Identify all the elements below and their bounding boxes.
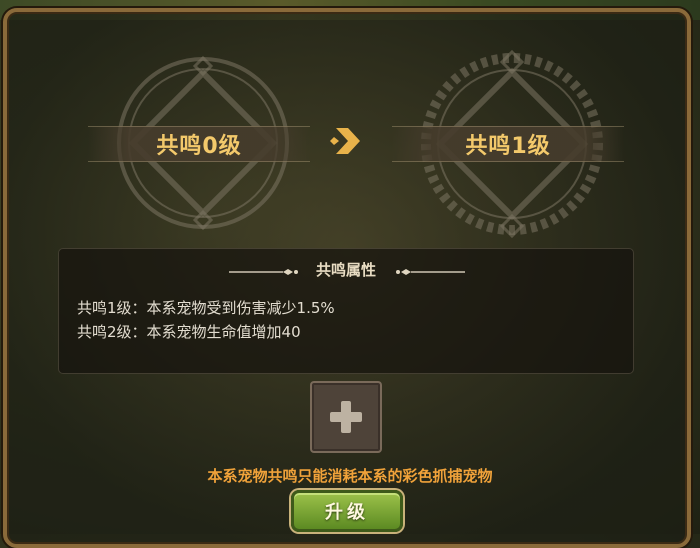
attribute-title: 共鸣属性 — [315, 261, 376, 279]
plus-icon — [330, 401, 362, 433]
title-ornament-right-icon — [396, 269, 465, 275]
current-resonance-level: 共鸣0级 — [88, 126, 310, 162]
add-pet-slot[interactable] — [310, 381, 382, 453]
upgrade-button[interactable]: 升级 — [291, 490, 403, 532]
attribute-line-2: 共鸣2级：本系宠物生命值增加40 — [77, 323, 301, 341]
arrow-right-icon — [330, 128, 360, 154]
attribute-panel: 共鸣属性 共鸣1级：本系宠物受到伤害减少1.5% 共鸣2级：本系宠物生命值增加4… — [58, 248, 634, 374]
next-resonance-level: 共鸣1级 — [392, 126, 624, 162]
attribute-line-1: 共鸣1级：本系宠物受到伤害减少1.5% — [77, 299, 335, 317]
consume-hint: 本系宠物共鸣只能消耗本系的彩色抓捕宠物 — [207, 467, 493, 485]
